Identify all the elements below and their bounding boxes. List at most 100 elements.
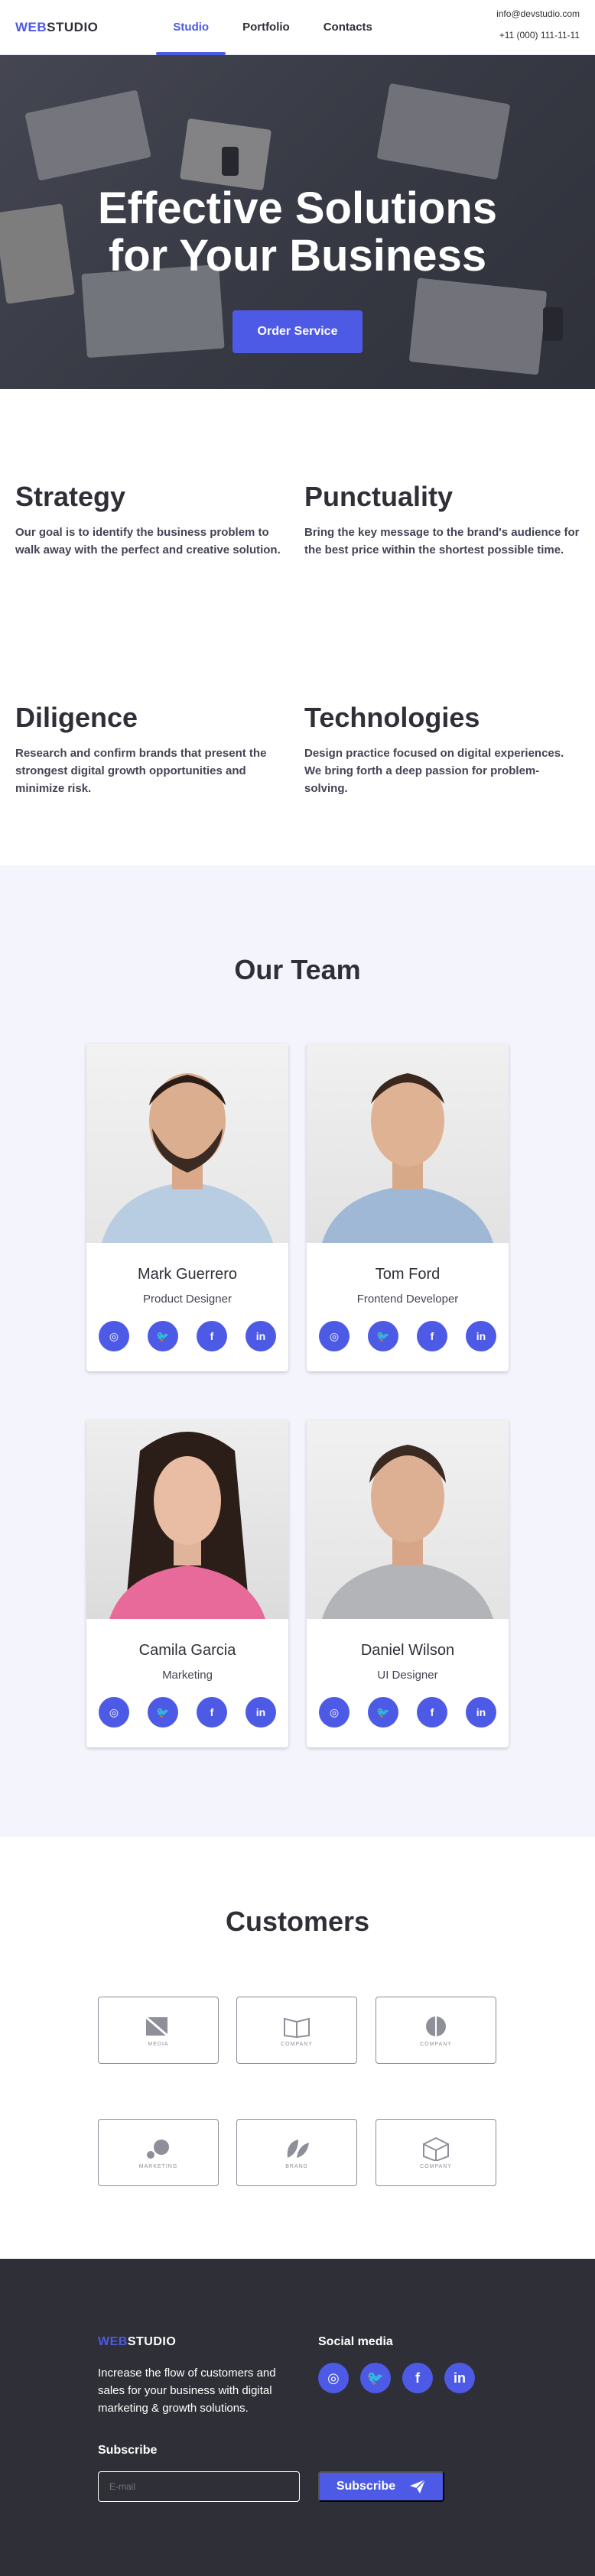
member-socials: ◎ 🐦 f in	[307, 1321, 509, 1351]
member-role: Product Designer	[143, 1293, 232, 1306]
subscribe-heading: Subscribe	[98, 2444, 158, 2457]
customer-logo[interactable]: COMPANY	[376, 1997, 496, 2064]
media-logo-icon	[145, 2016, 168, 2036]
member-name: Camila Garcia	[138, 1642, 236, 1659]
customer-logo[interactable]: BRAND	[236, 2119, 357, 2186]
header-phone[interactable]: +11 (000) 111-11-11	[496, 31, 580, 40]
footer-logo-accent: WEB	[98, 2335, 128, 2348]
feature-diligence: Diligence Research and confirm brands th…	[15, 702, 291, 865]
twitter-icon[interactable]: 🐦	[148, 1321, 178, 1351]
footer-logo-rest: STUDIO	[127, 2335, 177, 2348]
team-card: Tom Ford Frontend Developer ◎ 🐦 f in	[307, 1044, 509, 1371]
site-header: WEBSTUDIO Studio Portfolio Contacts info…	[0, 0, 595, 55]
customer-logo-caption: COMPANY	[420, 2041, 452, 2047]
feature-technologies: Technologies Design practice focused on …	[304, 702, 580, 865]
member-socials: ◎ 🐦 f in	[86, 1321, 288, 1351]
customer-logo[interactable]: MEDIA	[98, 1997, 219, 2064]
twitter-icon[interactable]: 🐦	[360, 2363, 391, 2393]
instagram-icon[interactable]: ◎	[319, 1697, 350, 1728]
facebook-icon[interactable]: f	[402, 2363, 433, 2393]
member-socials: ◎ 🐦 f in	[307, 1697, 509, 1728]
hero-title-line1: Effective Solutions	[97, 183, 498, 233]
hero-title-line2: for Your Business	[108, 231, 487, 281]
logo-accent: WEB	[15, 19, 47, 34]
feature-punctuality: Punctuality Bring the key message to the…	[304, 481, 580, 627]
leaf-logo-icon	[287, 2139, 309, 2158]
member-photo	[307, 1044, 509, 1243]
footer-logo[interactable]: WEBSTUDIO	[98, 2335, 176, 2349]
instagram-icon[interactable]: ◎	[318, 2363, 349, 2393]
site-logo[interactable]: WEBSTUDIO	[15, 20, 98, 35]
hero-content: Effective Solutions for Your Business Or…	[0, 185, 595, 353]
customer-logo[interactable]: COMPANY	[236, 1997, 357, 2064]
member-photo	[86, 1420, 288, 1619]
nav-contacts[interactable]: Contacts	[307, 0, 389, 55]
feature-title: Technologies	[304, 702, 480, 733]
feature-title: Diligence	[15, 702, 138, 733]
member-portrait	[322, 1073, 493, 1243]
customer-logo-caption: COMPANY	[281, 2041, 313, 2047]
social-media-heading: Social media	[318, 2335, 393, 2348]
linkedin-icon[interactable]: in	[466, 1321, 496, 1351]
member-role: Marketing	[162, 1669, 213, 1682]
facebook-icon[interactable]: f	[197, 1697, 227, 1728]
hero-title: Effective Solutions for Your Business	[0, 185, 595, 280]
nav-portfolio[interactable]: Portfolio	[226, 0, 307, 55]
feature-title: Punctuality	[304, 481, 454, 512]
book-logo-icon	[284, 2017, 310, 2038]
cube-logo-icon	[423, 2136, 449, 2161]
instagram-icon[interactable]: ◎	[319, 1321, 350, 1351]
member-name: Mark Guerrero	[137, 1266, 238, 1283]
customers-section: Customers MEDIA COMPANY COMPANY MARKETIN…	[0, 1837, 595, 2259]
customer-logo[interactable]: COMPANY	[376, 2119, 496, 2186]
linkedin-icon[interactable]: in	[245, 1321, 276, 1351]
member-role: UI Designer	[377, 1669, 438, 1682]
customer-logo-caption: COMPANY	[420, 2163, 452, 2169]
linkedin-icon[interactable]: in	[466, 1697, 496, 1728]
marketing-logo-icon	[147, 2139, 169, 2159]
customer-logo[interactable]: MARKETING	[98, 2119, 219, 2186]
instagram-icon[interactable]: ◎	[99, 1697, 129, 1728]
header-contacts: info@devstudio.com +11 (000) 111-11-11	[496, 9, 580, 52]
twitter-icon[interactable]: 🐦	[148, 1697, 178, 1728]
customer-logo-caption: BRAND	[285, 2163, 308, 2169]
twitter-icon[interactable]: 🐦	[368, 1321, 398, 1351]
member-portrait	[109, 1432, 265, 1619]
main-nav: Studio Portfolio Contacts	[156, 0, 389, 55]
linkedin-icon[interactable]: in	[245, 1697, 276, 1728]
feature-text: Our goal is to identify the business pro…	[15, 526, 281, 556]
team-card: Mark Guerrero Product Designer ◎ 🐦 f in	[86, 1044, 288, 1371]
facebook-icon[interactable]: f	[417, 1321, 447, 1351]
site-footer: WEBSTUDIO Increase the flow of customers…	[0, 2259, 595, 2576]
linkedin-icon[interactable]: in	[444, 2363, 475, 2393]
team-section: Our Team Mark Guerrero Product Designer …	[0, 865, 595, 1837]
customers-title: Customers	[225, 1906, 370, 1937]
instagram-icon[interactable]: ◎	[99, 1321, 129, 1351]
member-photo	[86, 1044, 288, 1243]
nav-studio[interactable]: Studio	[156, 0, 226, 55]
subscribe-button-label: Subscribe	[336, 2480, 396, 2493]
customer-logo-caption: MEDIA	[148, 2041, 169, 2047]
circle-logo-icon	[426, 2016, 446, 2036]
header-email[interactable]: info@devstudio.com	[496, 9, 580, 18]
member-photo	[307, 1420, 509, 1619]
facebook-icon[interactable]: f	[417, 1697, 447, 1728]
member-name: Tom Ford	[375, 1266, 441, 1283]
customer-logo-caption: MARKETING	[138, 2163, 178, 2169]
member-portrait	[102, 1073, 273, 1243]
team-card: Daniel Wilson UI Designer ◎ 🐦 f in	[307, 1420, 509, 1747]
hero-section: Effective Solutions for Your Business Or…	[0, 55, 595, 389]
subscribe-button[interactable]: Subscribe	[318, 2471, 444, 2502]
footer-socials: ◎ 🐦 f in	[318, 2363, 475, 2393]
features-section: Strategy Our goal is to identify the bus…	[0, 389, 595, 865]
team-title: Our Team	[234, 954, 361, 985]
feature-title: Strategy	[15, 481, 126, 512]
member-role: Frontend Developer	[356, 1293, 459, 1306]
facebook-icon[interactable]: f	[197, 1321, 227, 1351]
twitter-icon[interactable]: 🐦	[368, 1697, 398, 1728]
feature-text: Design practice focused on digital exper…	[304, 747, 564, 795]
order-service-button[interactable]: Order Service	[232, 310, 363, 353]
footer-description: Increase the flow of customers and sales…	[98, 2367, 276, 2415]
email-field[interactable]	[98, 2471, 300, 2502]
feature-strategy: Strategy Our goal is to identify the bus…	[15, 481, 291, 627]
